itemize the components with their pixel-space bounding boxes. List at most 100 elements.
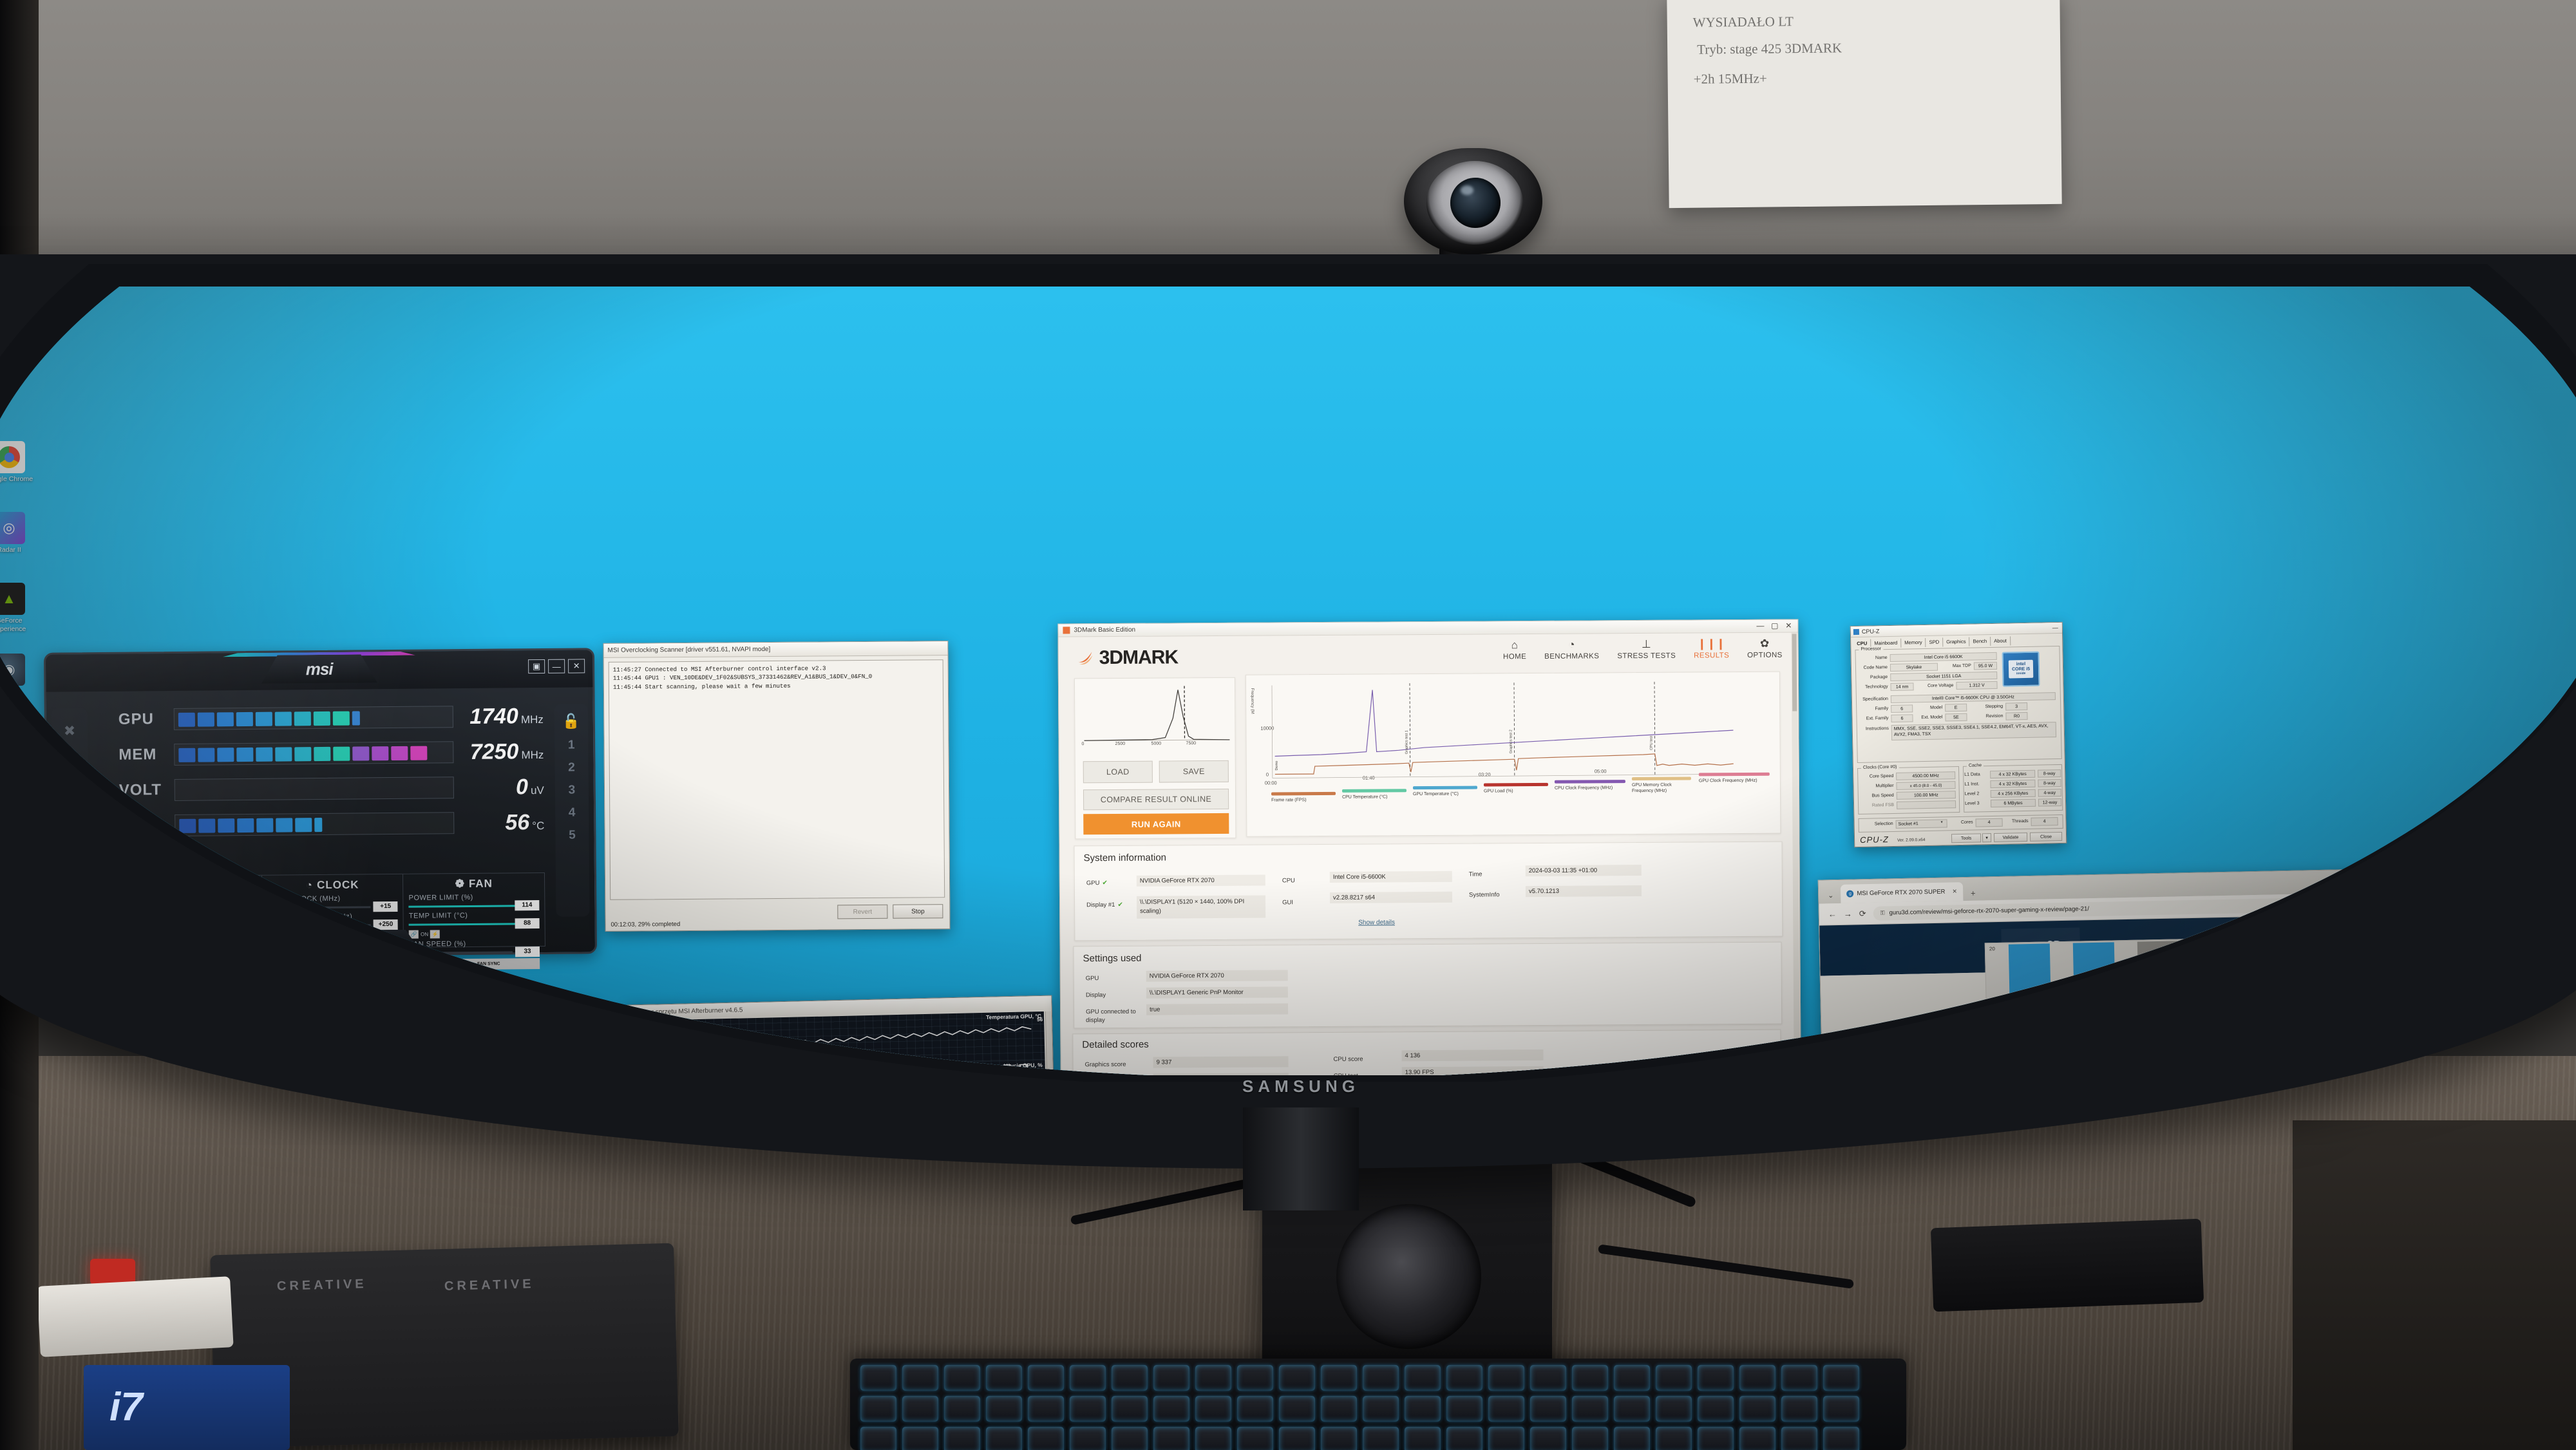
gauge-icon: ◔ — [305, 879, 314, 892]
label-package: Package — [1870, 675, 1888, 680]
temp-limit-value[interactable]: 88 — [515, 918, 540, 929]
profile-2-button[interactable]: 2 — [568, 761, 575, 775]
value-level-3: 6 MBytes — [1990, 798, 2036, 808]
value-revision: R0 — [2005, 711, 2028, 720]
tools-button[interactable]: Tools — [1951, 833, 1982, 843]
tab-search-icon[interactable]: ⌄ — [1828, 891, 1838, 903]
afterburner-close-button[interactable]: ✕ — [568, 659, 585, 673]
unlock-icon[interactable]: 🔓 — [562, 713, 580, 730]
validate-button[interactable]: Validate — [1993, 832, 2028, 842]
label-l1-data: L1 Data — [1964, 772, 1980, 777]
oc-stop-button[interactable]: Stop — [893, 904, 943, 919]
afterburner-skin-button[interactable]: ▣ — [528, 659, 545, 674]
browser-tab[interactable]: g MSI GeForce RTX 2070 SUPER ✕ — [1841, 882, 1964, 903]
legend-cpu-clock-frequency: CPU Clock Frequency (MHz) — [1554, 780, 1625, 791]
legend-gpu-load: GPU Load (%) — [1483, 782, 1548, 795]
desktop-icon-geforce-experience[interactable]: ▲ GeForce Experience — [0, 583, 40, 633]
nav-home[interactable]: ⌂ HOME — [1503, 639, 1526, 661]
bars-icon: ⊥ — [1641, 637, 1652, 650]
back-icon[interactable]: ← — [1828, 909, 1837, 919]
readout-unit: °C — [532, 819, 545, 832]
readout-bar-gpu — [173, 706, 453, 730]
desktop-icon-label: Google Chrome — [0, 475, 33, 483]
desktop-icon-chrome[interactable]: Google Chrome — [0, 441, 40, 484]
histogram-tick-5000: 5000 — [1151, 741, 1162, 746]
tab-graphics[interactable]: Graphics — [1943, 637, 1970, 647]
profile-5-button[interactable]: 5 — [569, 829, 576, 843]
chevron-down-icon[interactable]: ▾ — [1941, 820, 1943, 824]
tools-dropdown-icon[interactable]: ▾ — [1982, 833, 1992, 843]
compare-result-online-button[interactable]: COMPARE RESULT ONLINE — [1083, 788, 1229, 811]
3dmark-minimize-button[interactable]: — — [1756, 621, 1764, 630]
legend-cpu-temperature: CPU Temperature (°C) — [1341, 789, 1407, 800]
browser-tab-title: MSI GeForce RTX 2070 SUPER — [1857, 888, 1946, 898]
3dmark-titlebar[interactable]: 3DMark Basic Edition — ▢ ✕ — [1058, 619, 1798, 637]
geforce-icon: ▲ — [0, 583, 25, 615]
3dmark-scrollbar-thumb[interactable] — [1792, 634, 1797, 711]
cpuz-minimize-button[interactable]: — — [2052, 625, 2058, 631]
legend-label: GPU Clock Frequency (MHz) — [1698, 778, 1757, 784]
core-clock-value[interactable]: +15 — [373, 901, 398, 912]
3dmark-nav[interactable]: ⌂ HOME ◔ BENCHMARKS ⊥ STRESS TESTS ❙❙❙ R… — [1503, 637, 1783, 661]
3dmark-window[interactable]: 3DMark Basic Edition — ▢ ✕ 3DMARK ⌂ HOME — [1057, 619, 1802, 1075]
value-family: 6 — [1891, 704, 1913, 713]
fan-speed-value[interactable]: 33 — [515, 946, 540, 957]
afterburner-window-buttons[interactable]: ▣ — ✕ — [528, 659, 585, 674]
tab-about[interactable]: About — [1991, 636, 2011, 646]
close-button[interactable]: Close — [2029, 831, 2063, 842]
oc-scanner-footer: 00:12:03, 29% completed Revert Stop — [605, 899, 949, 931]
reload-icon[interactable]: ⟳ — [1859, 909, 1866, 919]
memory-clock-value[interactable]: +250 — [373, 919, 399, 930]
tab-memory[interactable]: Memory — [1901, 637, 1926, 648]
desktop-icon-radar[interactable]: ◎ Radar II — [0, 512, 40, 554]
tab-bench[interactable]: Bench — [1969, 637, 1991, 646]
label-threads: Threads — [2011, 818, 2029, 824]
afterburner-titlebar[interactable]: msi ▣ — ✕ — [45, 650, 593, 692]
keyboard[interactable] — [850, 1359, 1906, 1450]
3dmark-logo: 3DMARK — [1077, 646, 1179, 669]
oc-scanner-titlebar[interactable]: MSI Overclocking Scanner [driver v551.61… — [603, 641, 948, 658]
nav-options[interactable]: ✿ OPTIONS — [1747, 637, 1783, 659]
selection-dropdown[interactable]: Socket #1 — [1895, 819, 1947, 829]
temp-limit-slider[interactable]: 88 — [408, 918, 540, 929]
value-level-2: 4 x 256 KBytes — [1990, 789, 2036, 798]
afterburner-profiles-bar[interactable]: 🔓 1 2 3 4 5 — [554, 704, 590, 917]
nav-benchmarks[interactable]: ◔ BENCHMARKS — [1544, 639, 1599, 661]
profile-1-button[interactable]: 1 — [568, 739, 575, 753]
lightning-link-icon[interactable]: ⚡ — [430, 930, 440, 939]
label-max-tdp: Max TDP — [1952, 663, 1972, 669]
red-button-device — [90, 1259, 135, 1285]
tab-spd[interactable]: SPD — [1926, 637, 1944, 647]
load-button[interactable]: LOAD — [1083, 760, 1153, 784]
label-l1-inst: L1 Inst. — [1964, 782, 1980, 787]
cpuz-window[interactable]: CPU-Z — CPU Mainboard Memory SPD Graphic… — [1850, 621, 2067, 848]
label-code-name: Code Name — [1863, 665, 1888, 670]
tab-close-icon[interactable]: ✕ — [1952, 888, 1957, 895]
3dmark-maximize-button[interactable]: ▢ — [1771, 621, 1778, 630]
histogram-tick-2500: 2500 — [1115, 741, 1126, 746]
oc-revert-button[interactable]: Revert — [837, 904, 888, 919]
forward-icon[interactable]: → — [1844, 909, 1852, 919]
profile-4-button[interactable]: 4 — [569, 806, 576, 820]
new-tab-button[interactable]: + — [1966, 889, 1980, 901]
show-details-link[interactable]: Show details — [1358, 919, 1395, 926]
power-limit-value[interactable]: 114 — [515, 900, 540, 911]
nav-label: RESULTS — [1694, 652, 1730, 660]
save-button[interactable]: SAVE — [1159, 760, 1229, 783]
nav-stress-tests[interactable]: ⊥ STRESS TESTS — [1617, 637, 1676, 660]
desktop-icon-label: GeForce Experience — [0, 617, 26, 633]
intel-logo: intel CORE i5 inside — [2002, 651, 2040, 687]
legend-label: GPU Memory Clock Frequency (MHz) — [1631, 782, 1672, 794]
cpuz-titlebar[interactable]: CPU-Z — — [1850, 622, 2063, 638]
3dmark-close-button[interactable]: ✕ — [1785, 621, 1792, 630]
readout-unit: MHz — [521, 748, 544, 761]
nav-results[interactable]: ❙❙❙ RESULTS — [1694, 637, 1730, 660]
oc-scanner-window[interactable]: MSI Overclocking Scanner [driver v551.61… — [603, 641, 951, 932]
profile-3-button[interactable]: 3 — [568, 784, 575, 798]
power-limit-slider[interactable]: 114 — [408, 900, 540, 911]
run-again-button[interactable]: RUN AGAIN — [1083, 813, 1229, 835]
label-ext-model: Ext. Model — [1921, 715, 1943, 720]
afterburner-minimize-button[interactable]: — — [548, 659, 565, 673]
value-l1-data: 4 x 32 KBytes — [1990, 769, 2036, 779]
3dmark-logo-mark — [1078, 652, 1093, 665]
